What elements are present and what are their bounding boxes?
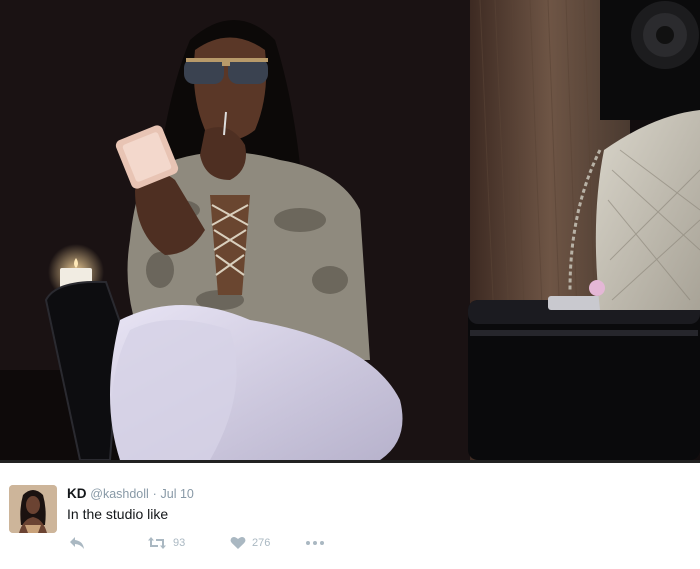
more-button[interactable] bbox=[305, 533, 325, 553]
like-button[interactable]: 276 bbox=[230, 533, 270, 553]
reply-icon bbox=[70, 537, 84, 549]
retweet-icon bbox=[148, 537, 166, 549]
like-count: 276 bbox=[252, 537, 271, 549]
tweet-header: KD @kashdoll · Jul 10 bbox=[67, 485, 194, 503]
header-separator: · bbox=[152, 487, 157, 501]
reply-button[interactable] bbox=[69, 533, 85, 553]
avatar[interactable] bbox=[9, 485, 57, 533]
tweet-date[interactable]: Jul 10 bbox=[161, 487, 194, 501]
more-dots-icon bbox=[306, 541, 324, 545]
retweet-count: 93 bbox=[173, 537, 186, 549]
studio-photo-illustration bbox=[0, 0, 700, 460]
user-handle[interactable]: @kashdoll bbox=[90, 487, 149, 501]
tweet-card: KD @kashdoll · Jul 10 In the studio like… bbox=[0, 463, 700, 569]
retweet-button[interactable]: 93 bbox=[147, 533, 185, 553]
heart-icon bbox=[230, 536, 246, 549]
tweet-actions: 93 276 bbox=[67, 533, 367, 553]
tweet-text: In the studio like bbox=[67, 506, 169, 522]
tweet-media-photo[interactable] bbox=[0, 0, 700, 460]
avatar-image bbox=[9, 485, 57, 533]
display-name[interactable]: KD bbox=[67, 486, 87, 501]
